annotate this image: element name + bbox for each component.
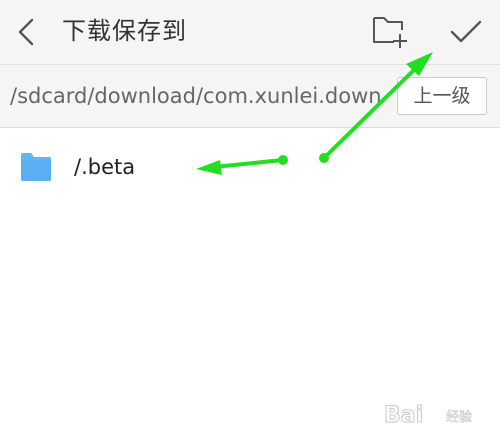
checkmark-icon bbox=[450, 20, 482, 43]
save-location-screen: 下载保存到 /sdcard/download/com.xunlei.down..… bbox=[0, 0, 500, 444]
folder-list-item[interactable]: /.beta bbox=[0, 128, 500, 208]
folder-name: /.beta bbox=[74, 155, 136, 179]
path-bar: /sdcard/download/com.xunlei.down... 上一级 bbox=[0, 65, 500, 128]
back-button[interactable] bbox=[10, 12, 46, 52]
current-path: /sdcard/download/com.xunlei.down... bbox=[10, 84, 382, 108]
watermark-brand: Bai bbox=[384, 403, 423, 428]
new-folder-button[interactable] bbox=[368, 10, 412, 52]
confirm-button[interactable] bbox=[444, 10, 488, 52]
baidu-watermark: Bai 经验 bbox=[384, 403, 472, 429]
chevron-left-icon bbox=[18, 18, 34, 46]
folder-icon bbox=[21, 153, 51, 181]
watermark-sub: 经验 bbox=[446, 409, 472, 425]
new-folder-icon bbox=[373, 17, 407, 48]
page-title: 下载保存到 bbox=[62, 17, 187, 45]
header-bar: 下载保存到 bbox=[0, 0, 500, 65]
up-level-button[interactable]: 上一级 bbox=[397, 77, 487, 115]
